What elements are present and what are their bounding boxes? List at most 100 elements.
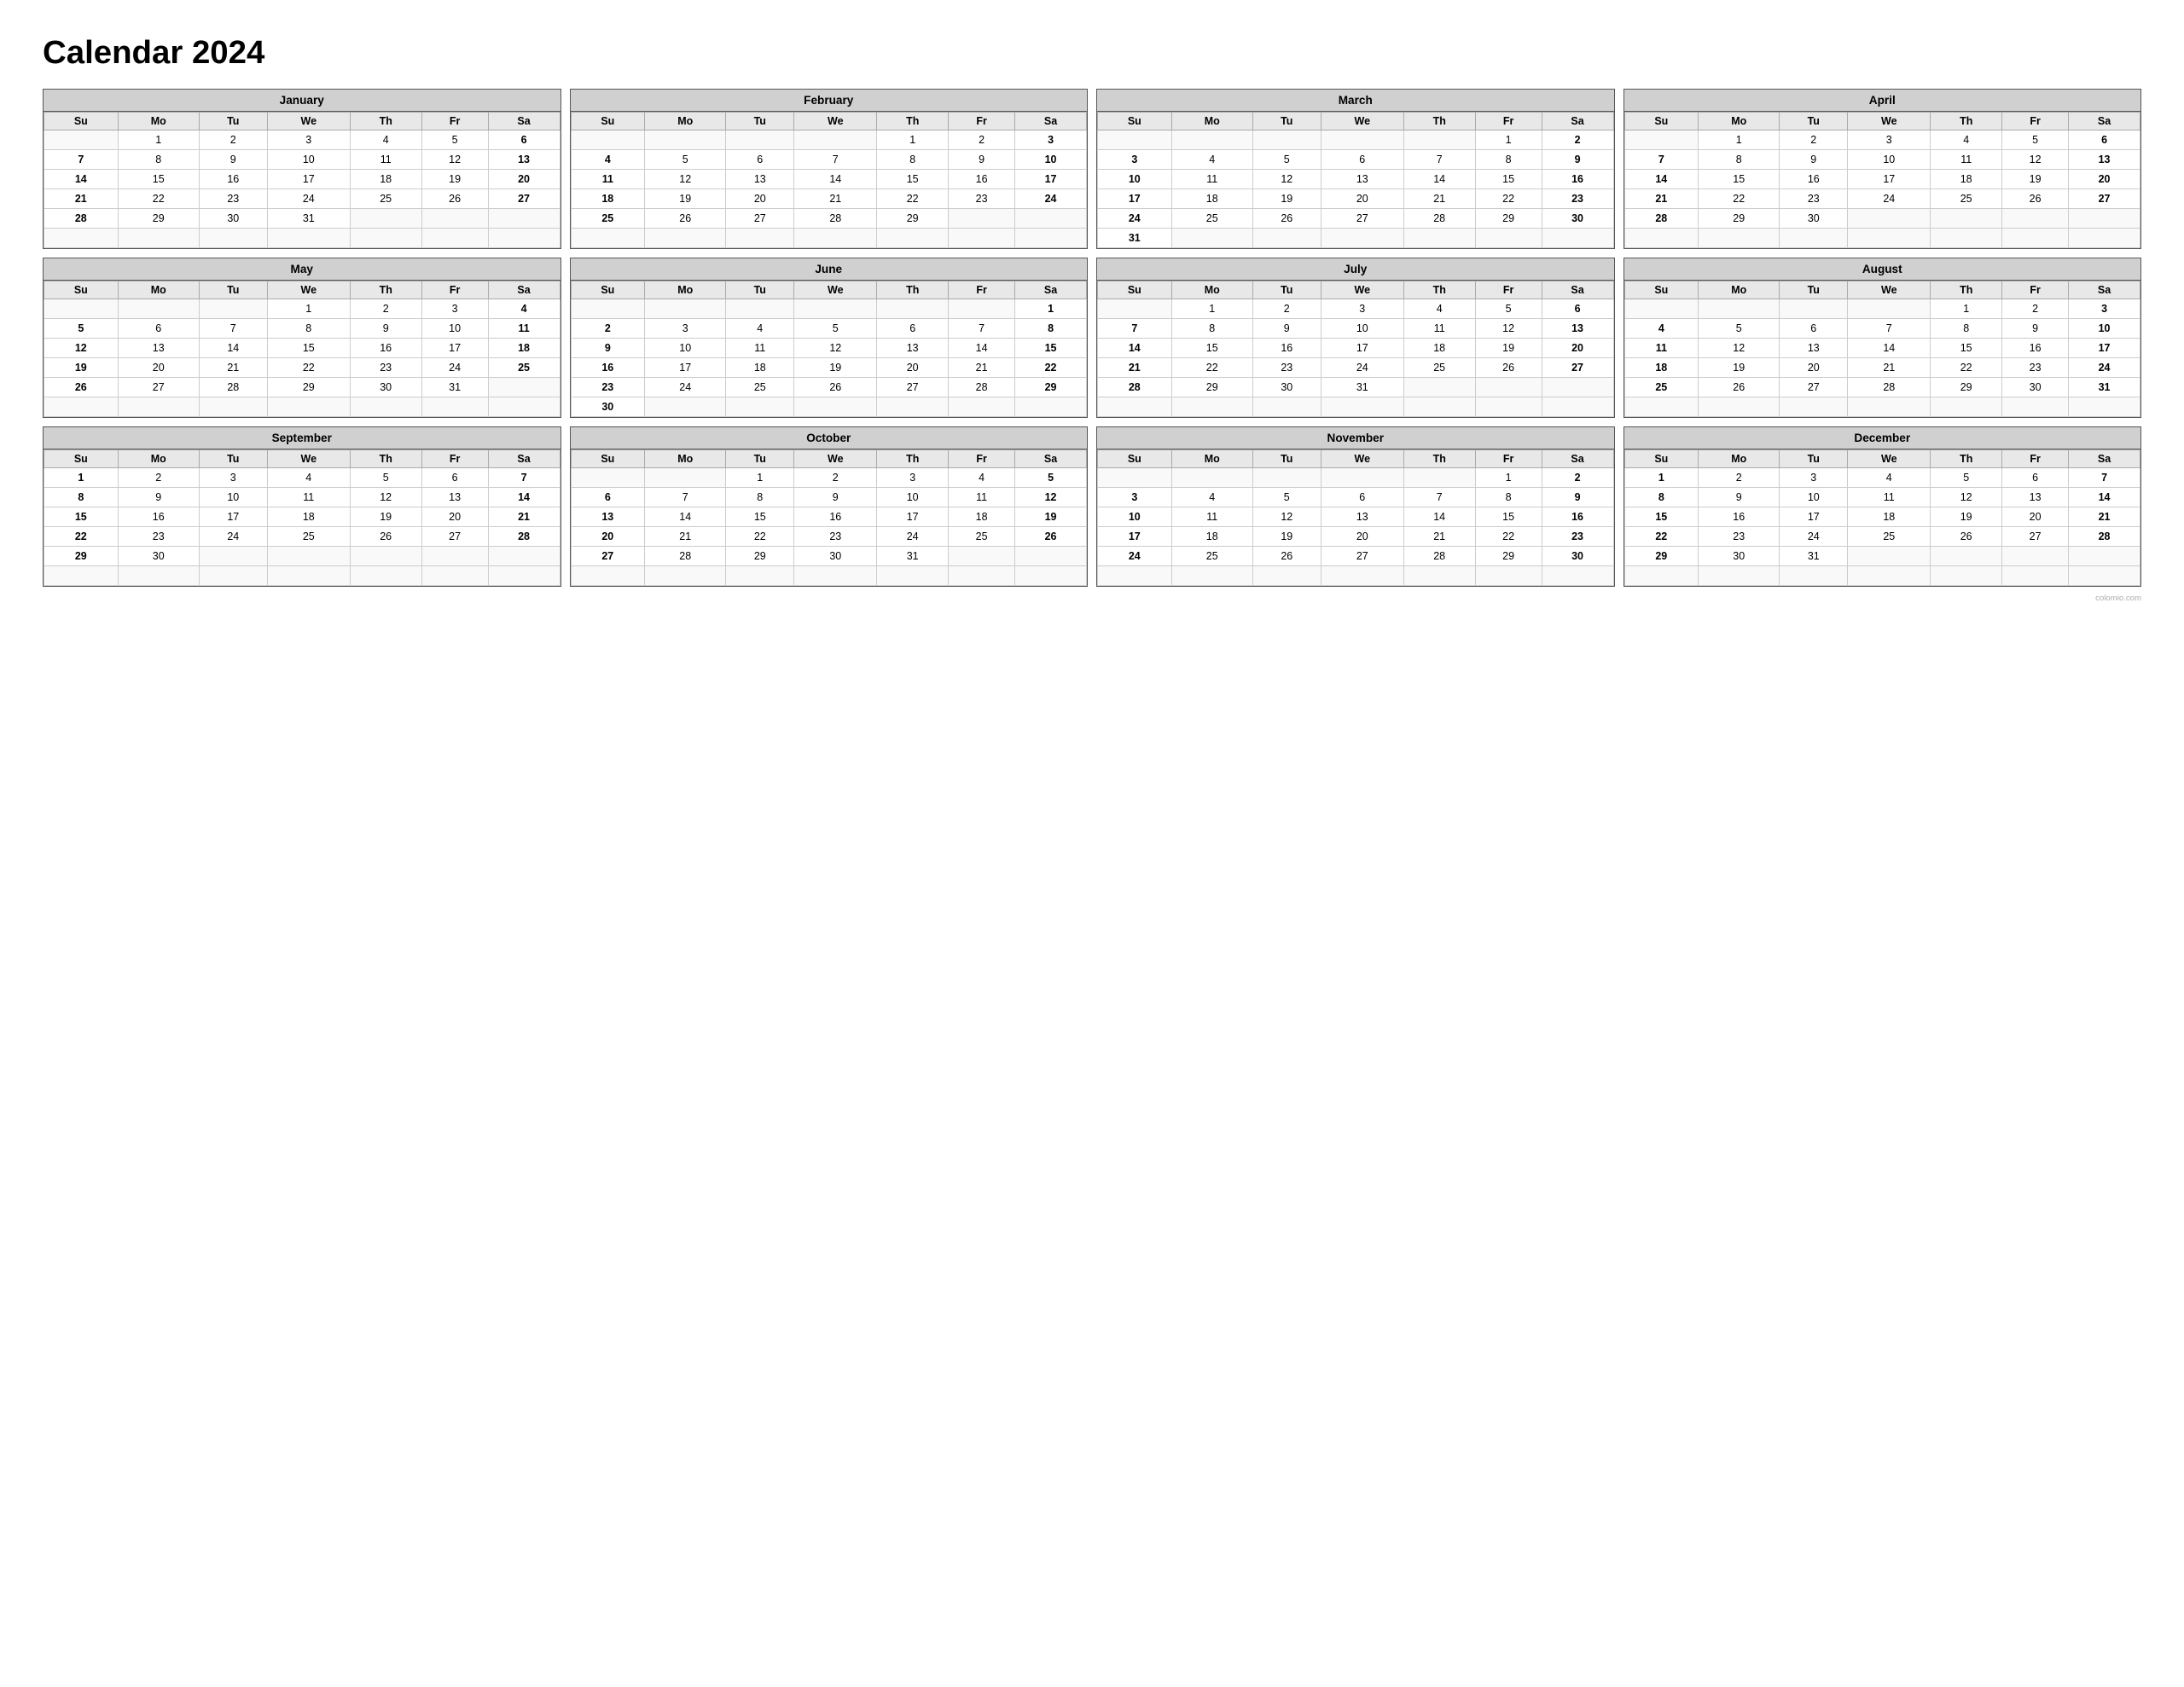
calendar-day-empty <box>421 229 488 248</box>
calendar-day: 27 <box>2002 527 2069 547</box>
calendar-day <box>1171 229 1252 248</box>
calendar-day <box>2002 209 2069 229</box>
calendar-day <box>794 397 877 417</box>
calendar-day: 19 <box>1015 507 1087 527</box>
calendar-day <box>1015 397 1087 417</box>
calendar-day-empty <box>1931 397 2002 417</box>
calendar-day: 10 <box>877 488 949 507</box>
month-title-august: August <box>1624 258 2141 281</box>
calendar-day-empty <box>199 229 267 248</box>
calendar-day: 5 <box>44 319 119 339</box>
calendar-day: 30 <box>1780 209 1848 229</box>
calendar-day: 16 <box>350 339 421 358</box>
month-title-july: July <box>1097 258 1614 281</box>
calendar-day: 10 <box>1098 170 1172 189</box>
calendar-day: 8 <box>267 319 350 339</box>
day-header-th: Th <box>877 281 949 299</box>
calendar-day: 16 <box>949 170 1015 189</box>
calendar-day: 11 <box>488 319 560 339</box>
calendar-day: 29 <box>44 547 119 566</box>
calendar-day: 29 <box>118 209 199 229</box>
calendar-day <box>199 547 267 566</box>
calendar-day: 5 <box>1015 468 1087 488</box>
calendar-day: 27 <box>118 378 199 397</box>
calendar-day: 28 <box>1848 378 1931 397</box>
calendar-day: 23 <box>794 527 877 547</box>
calendar-day: 29 <box>1475 209 1542 229</box>
calendar-day-empty <box>1098 566 1172 586</box>
calendar-grid: JanuarySuMoTuWeThFrSa1234567891011121314… <box>43 89 2141 587</box>
calendar-day: 3 <box>645 319 726 339</box>
calendar-day-empty <box>1542 397 1613 417</box>
calendar-day: 24 <box>267 189 350 209</box>
calendar-day: 12 <box>421 150 488 170</box>
calendar-day-empty <box>350 229 421 248</box>
calendar-day: 13 <box>1321 507 1403 527</box>
calendar-day: 26 <box>794 378 877 397</box>
calendar-day: 14 <box>1403 507 1475 527</box>
calendar-day: 21 <box>1403 527 1475 547</box>
calendar-day: 21 <box>488 507 560 527</box>
calendar-day: 24 <box>877 527 949 547</box>
calendar-day: 10 <box>1321 319 1403 339</box>
calendar-day: 14 <box>199 339 267 358</box>
calendar-day: 8 <box>1015 319 1087 339</box>
calendar-day-empty <box>949 566 1015 586</box>
calendar-day: 27 <box>1542 358 1613 378</box>
calendar-day-empty <box>1699 229 1780 248</box>
calendar-day: 6 <box>1321 150 1403 170</box>
calendar-day: 6 <box>421 468 488 488</box>
calendar-day-empty <box>488 566 560 586</box>
day-header-tu: Tu <box>1252 281 1321 299</box>
calendar-day-empty <box>267 229 350 248</box>
calendar-day: 12 <box>1699 339 1780 358</box>
calendar-day <box>877 397 949 417</box>
calendar-day: 14 <box>949 339 1015 358</box>
calendar-day-empty <box>645 229 726 248</box>
calendar-day-empty <box>267 566 350 586</box>
calendar-day: 4 <box>1624 319 1699 339</box>
calendar-day: 14 <box>645 507 726 527</box>
calendar-day <box>1098 468 1172 488</box>
calendar-day: 5 <box>1252 150 1321 170</box>
day-header-sa: Sa <box>1015 113 1087 130</box>
calendar-day-empty <box>488 397 560 417</box>
day-header-sa: Sa <box>488 281 560 299</box>
calendar-day: 6 <box>1780 319 1848 339</box>
calendar-day: 28 <box>949 378 1015 397</box>
day-header-mo: Mo <box>1171 113 1252 130</box>
calendar-day <box>1252 130 1321 150</box>
calendar-day: 6 <box>571 488 645 507</box>
day-header-we: We <box>267 281 350 299</box>
calendar-day: 1 <box>1015 299 1087 319</box>
day-header-tu: Tu <box>1780 113 1848 130</box>
day-header-mo: Mo <box>118 281 199 299</box>
calendar-day <box>949 397 1015 417</box>
calendar-day: 9 <box>949 150 1015 170</box>
day-header-fr: Fr <box>949 450 1015 468</box>
calendar-day: 6 <box>877 319 949 339</box>
calendar-day: 15 <box>267 339 350 358</box>
calendar-day: 4 <box>1931 130 2002 150</box>
day-header-mo: Mo <box>118 450 199 468</box>
calendar-day <box>44 299 119 319</box>
calendar-day: 2 <box>1780 130 1848 150</box>
day-header-we: We <box>1848 113 1931 130</box>
day-header-th: Th <box>350 113 421 130</box>
calendar-day <box>1780 299 1848 319</box>
calendar-day: 26 <box>1475 358 1542 378</box>
calendar-day: 27 <box>488 189 560 209</box>
calendar-day: 29 <box>1624 547 1699 566</box>
calendar-day: 3 <box>421 299 488 319</box>
calendar-day: 26 <box>44 378 119 397</box>
calendar-day: 1 <box>877 130 949 150</box>
calendar-day <box>949 209 1015 229</box>
calendar-day: 7 <box>1848 319 1931 339</box>
calendar-day: 19 <box>794 358 877 378</box>
day-header-we: We <box>1321 281 1403 299</box>
day-header-we: We <box>794 281 877 299</box>
calendar-day <box>44 130 119 150</box>
calendar-day <box>645 397 726 417</box>
day-header-sa: Sa <box>1542 113 1613 130</box>
day-header-su: Su <box>1098 281 1172 299</box>
